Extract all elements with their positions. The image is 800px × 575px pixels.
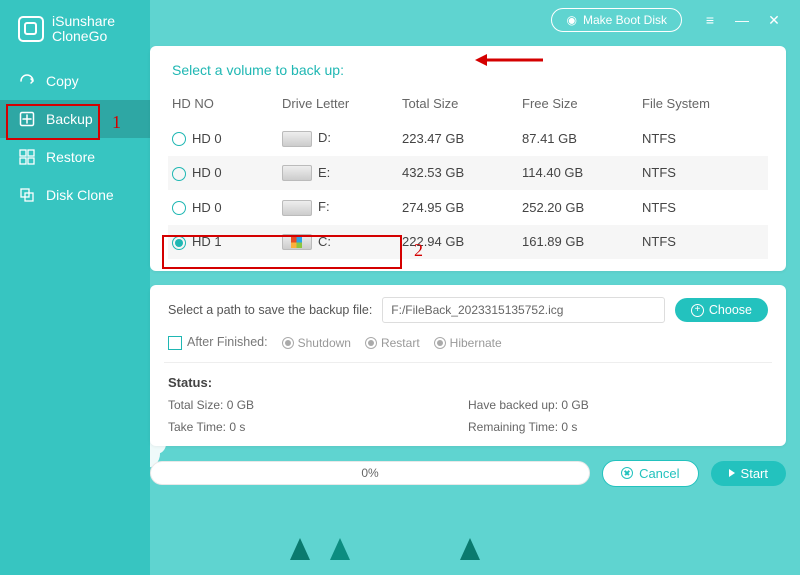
cancel-icon [621,467,633,479]
radio-icon [172,167,186,181]
menu-button[interactable]: ≡ [696,6,724,34]
make-boot-disk-button[interactable]: ◉ Make Boot Disk [551,8,682,32]
drive-icon [282,131,312,147]
play-icon [729,469,735,477]
radio-icon [172,201,186,215]
drive-icon [282,200,312,216]
progress-bar: 0% [150,461,590,485]
main-area: Select a volume to back up: HD NO Drive … [150,46,786,563]
status-remain: Remaining Time: 0 s [468,420,768,434]
section-title: Select a volume to back up: [172,62,768,78]
volume-row[interactable]: HD 0F:274.95 GB252.20 GBNTFS [168,190,768,225]
bottom-bar: 0% Cancel Start [150,460,786,487]
options-panel: Select a path to save the backup file: +… [150,285,786,446]
divider [164,362,772,363]
col-total: Total Size [398,90,518,121]
status-total: Total Size: 0 GB [168,398,468,412]
after-opt-restart[interactable]: Restart [365,336,420,350]
volume-panel: Select a volume to back up: HD NO Drive … [150,46,786,271]
cancel-button[interactable]: Cancel [602,460,698,487]
after-label: After Finished: [187,335,268,349]
copy-icon [18,72,36,90]
drive-icon [282,165,312,181]
volume-row[interactable]: HD 0E:432.53 GB114.40 GBNTFS [168,156,768,191]
sidebar-label: Copy [46,73,79,89]
volume-table: HD NO Drive Letter Total Size Free Size … [168,90,768,259]
volume-row[interactable]: HD 0D:223.47 GB87.41 GBNTFS [168,121,768,156]
radio-icon [172,236,186,250]
sidebar-label: Backup [46,111,93,127]
col-free: Free Size [518,90,638,121]
after-opt-hibernate[interactable]: Hibernate [434,336,502,350]
backup-path-input[interactable] [382,297,665,323]
volume-row[interactable]: HD 1C:222.94 GB161.89 GBNTFS [168,225,768,260]
backup-icon [18,110,36,128]
sidebar: iSunshare CloneGo Copy Backup Restore Di… [0,0,150,575]
sidebar-item-copy[interactable]: Copy [0,62,150,100]
status-title: Status: [168,375,768,390]
choose-label: Choose [709,303,752,317]
sidebar-label: Disk Clone [46,187,114,203]
after-finished-checkbox[interactable]: After Finished: [168,335,268,350]
col-hdno: HD NO [168,90,278,121]
cancel-label: Cancel [639,466,679,481]
sidebar-item-diskclone[interactable]: Disk Clone [0,176,150,214]
status-backed: Have backed up: 0 GB [468,398,768,412]
status-time: Take Time: 0 s [168,420,468,434]
sidebar-label: Restore [46,149,95,165]
app-title: iSunshare CloneGo [52,14,115,44]
after-opt-shutdown[interactable]: Shutdown [282,336,351,350]
annotation-number-2: 2 [414,240,423,261]
choose-button[interactable]: + Choose [675,298,768,322]
start-label: Start [741,466,768,481]
boot-label: Make Boot Disk [583,13,667,27]
sidebar-item-backup[interactable]: Backup [0,100,150,138]
drive-icon [282,234,312,250]
radio-icon [172,132,186,146]
col-drive: Drive Letter [278,90,398,121]
titlebar: ◉ Make Boot Disk ≡ — ✕ [150,0,800,40]
sidebar-item-restore[interactable]: Restore [0,138,150,176]
logo-icon [18,16,44,42]
close-button[interactable]: ✕ [760,6,788,34]
minimize-button[interactable]: — [728,6,756,34]
plus-icon: + [691,304,704,317]
path-label: Select a path to save the backup file: [168,303,372,317]
progress-text: 0% [361,466,378,480]
start-button[interactable]: Start [711,461,786,486]
col-fs: File System [638,90,768,121]
annotation-number-1: 1 [112,112,121,133]
disk-icon: ◉ [566,13,576,27]
diskclone-icon [18,186,36,204]
restore-icon [18,148,36,166]
app-logo: iSunshare CloneGo [0,0,150,62]
